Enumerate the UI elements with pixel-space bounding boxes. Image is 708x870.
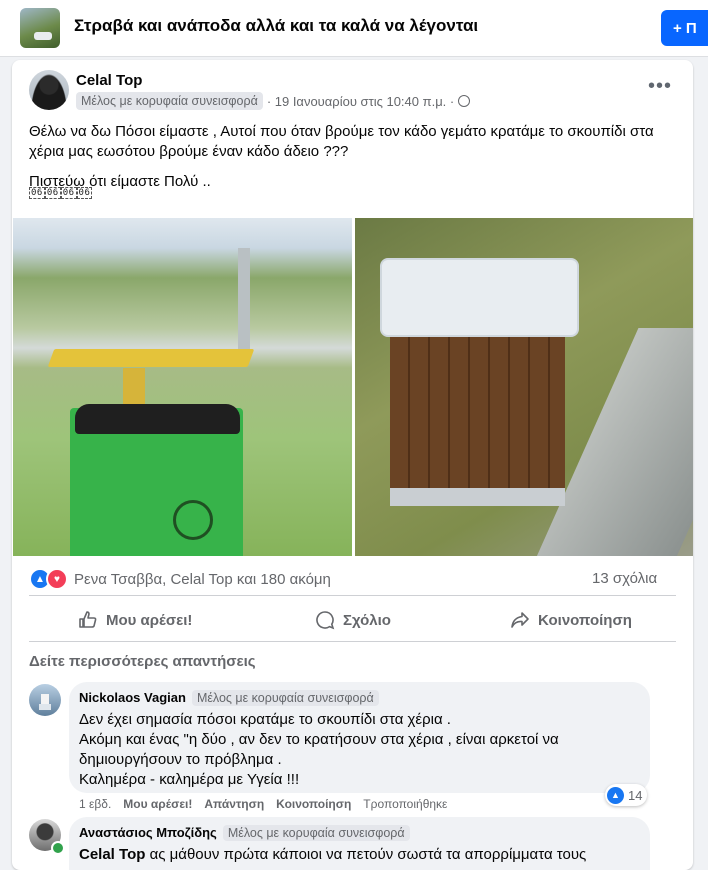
comment-label: Σχόλιο — [343, 611, 391, 629]
join-group-button[interactable]: + Π — [661, 10, 708, 46]
comment-reaction-count[interactable]: ▲ 14 — [605, 784, 648, 806]
like-label: Μου αρέσει! — [106, 611, 193, 629]
view-more-replies-link[interactable]: Δείτε περισσότερες απαντήσεις — [29, 653, 256, 670]
trash-symbol-icon — [173, 500, 213, 540]
post-tags: 06 06 06 06 — [29, 187, 93, 199]
edited-label: Τροποποιήθηκε — [363, 797, 448, 811]
post-text-line: Θέλω να δω Πόσοι είμαστε , Αυτοί που ότα… — [29, 123, 654, 160]
post-timestamp[interactable]: · 19 Ιανουαρίου στις 10:40 π.μ. · — [267, 94, 454, 109]
post-body: Θέλω να δω Πόσοι είμαστε , Αυτοί που ότα… — [29, 122, 679, 202]
author-avatar[interactable] — [29, 70, 69, 110]
love-reaction-icon: ♥ — [46, 568, 68, 590]
online-status-dot — [51, 841, 65, 855]
comment-reply-link[interactable]: Απάντηση — [204, 797, 264, 811]
comment-button[interactable]: Σχόλιο — [315, 608, 391, 632]
bin-base — [390, 488, 565, 506]
comment-share-link[interactable]: Κοινοποίηση — [276, 797, 351, 811]
share-label: Κοινοποίηση — [538, 611, 632, 629]
divider — [29, 641, 676, 642]
reactions-summary[interactable]: ▲ ♥ Ρενα Τσαββα, Celal Top και 180 ακόμη — [29, 568, 331, 590]
like-button[interactable]: Μου αρέσει! — [78, 608, 192, 632]
share-button[interactable]: Κοινοποίηση — [510, 608, 632, 632]
comment-author[interactable]: Αναστάσιος Μποζίδης — [79, 825, 217, 840]
pole — [238, 248, 250, 358]
bin-bag — [75, 404, 240, 434]
post-photo-green-bin[interactable] — [13, 218, 352, 556]
car-illustration — [34, 32, 52, 40]
comments-count[interactable]: 13 σχόλια — [592, 570, 657, 587]
post-meta: Μέλος με κορυφαία συνεισφορά · 19 Ιανουα… — [76, 92, 471, 110]
comment-bubble: Αναστάσιος Μποζίδης Μέλος με κορυφαία συν… — [69, 817, 650, 870]
top-contributor-badge[interactable]: Μέλος με κορυφαία συνεισφορά — [222, 825, 410, 841]
reaction-icons: ▲ ♥ — [29, 568, 68, 590]
comment-bubble: Nickolaos Vagian Μέλος με κορυφαία συνεισ… — [69, 682, 650, 793]
comment-text: Δεν έχει σημασία πόσοι κρατάμε το σκουπί… — [79, 711, 559, 788]
reactions-text[interactable]: Ρενα Τσαββα, Celal Top και 180 ακόμη — [74, 571, 331, 588]
comment-icon — [316, 611, 335, 630]
top-contributor-badge[interactable]: Μέλος με κορυφαία συνεισφορά — [76, 92, 263, 110]
more-options-icon[interactable]: ••• — [648, 76, 672, 96]
share-icon — [511, 612, 529, 628]
post-text-line: Πιστεύω ότι είμαστε Πολύ .. — [29, 173, 211, 190]
bin-lid-stem — [123, 368, 145, 408]
post-author-name[interactable]: Celal Top — [76, 72, 142, 89]
comment-actions: 1 εβδ. Μου αρέσει! Απάντηση Κοινοποίηση … — [79, 797, 447, 811]
top-contributor-badge[interactable]: Μέλος με κορυφαία συνεισφορά — [191, 690, 379, 706]
group-title[interactable]: Στραβά και ανάποδα αλλά και τα καλά να λ… — [74, 16, 478, 36]
comment-author[interactable]: Nickolaos Vagian — [79, 690, 186, 705]
globe-icon — [458, 95, 471, 107]
post-photo-wooden-bin[interactable] — [355, 218, 693, 556]
comment-like-link[interactable]: Μου αρέσει! — [123, 797, 192, 811]
avatar-figure-icon — [39, 694, 51, 710]
commenter-avatar[interactable] — [29, 684, 61, 716]
comment-text: Celal Top ας μάθουν πρώτα κάποιοι να πετ… — [79, 846, 587, 863]
like-reaction-icon: ▲ — [607, 786, 624, 804]
bin-lid — [47, 349, 255, 367]
thumbs-up-icon — [79, 611, 97, 628]
empty-bin-bag — [380, 258, 579, 337]
comment-age[interactable]: 1 εβδ. — [79, 797, 111, 811]
post-card: Celal Top Μέλος με κορυφαία συνεισφορά ·… — [12, 60, 693, 870]
group-cover-thumbnail[interactable] — [20, 8, 60, 48]
divider — [29, 595, 676, 596]
group-header: Στραβά και ανάποδα αλλά και τα καλά να λ… — [0, 0, 708, 57]
mention-link[interactable]: Celal Top — [79, 846, 145, 863]
